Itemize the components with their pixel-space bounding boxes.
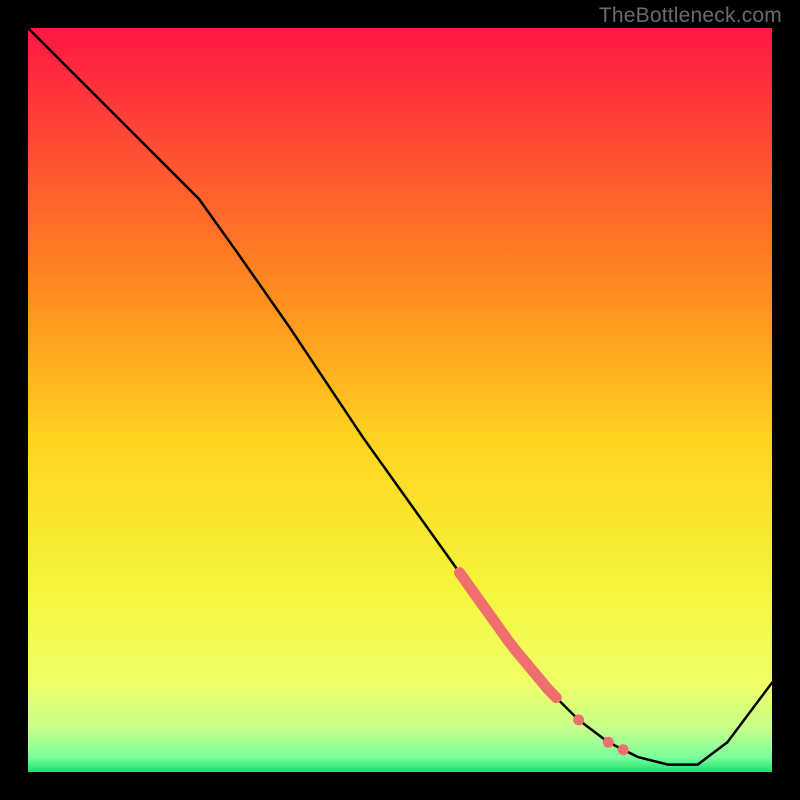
chart-frame: TheBottleneck.com [0,0,800,800]
highlight-dot [603,737,614,748]
highlight-dot [573,714,584,725]
chart-svg [28,28,772,772]
watermark-text: TheBottleneck.com [599,4,782,28]
highlight-dot [618,744,629,755]
plot-area [28,28,772,772]
